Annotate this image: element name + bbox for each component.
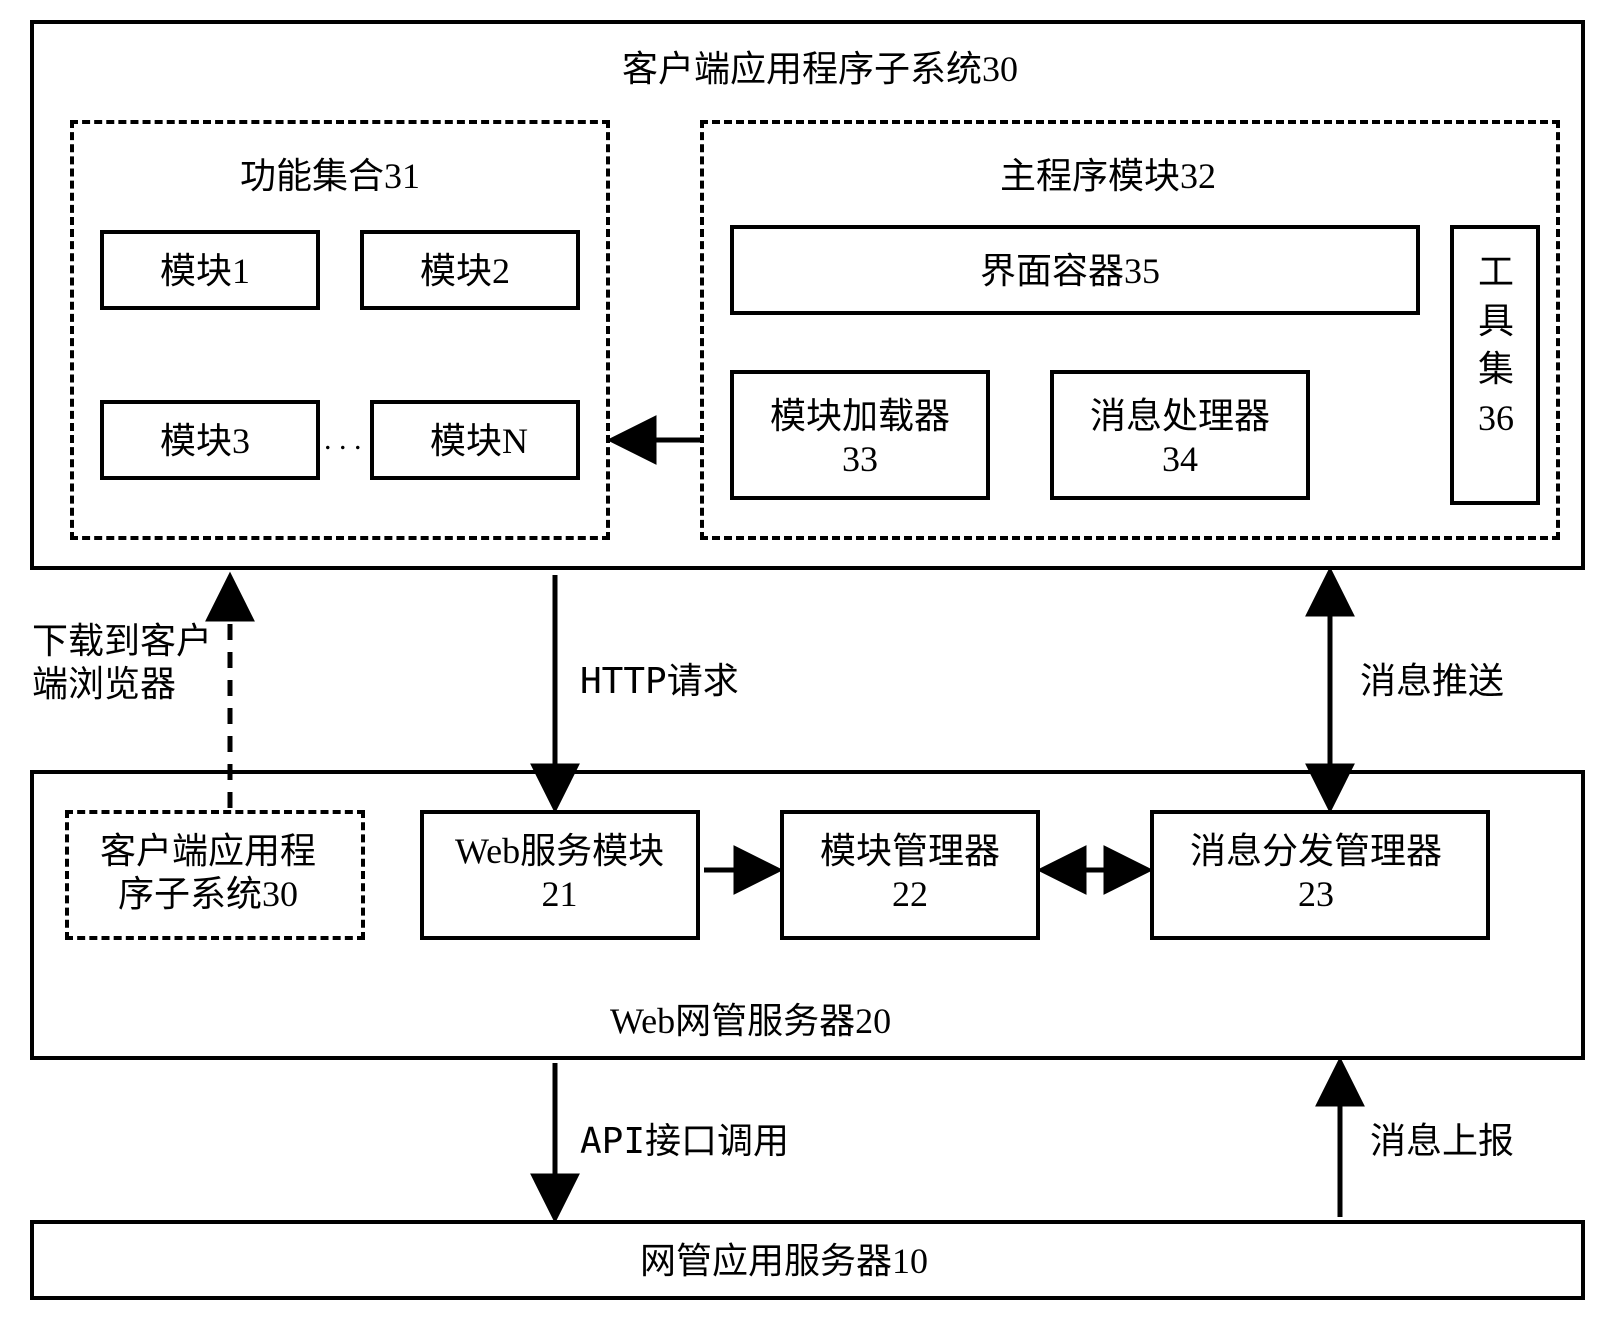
message-processor-34-label: 消息处理器 34 xyxy=(1090,395,1270,481)
edge-download-label: 下载到客户 端浏览器 xyxy=(32,620,212,706)
client-subsystem-30-title: 客户端应用程序子系统30 xyxy=(520,48,1120,91)
edge-api-label: API接口调用 xyxy=(580,1120,789,1163)
app-server-10-label: 网管应用服务器10 xyxy=(640,1240,928,1283)
function-set-31-title: 功能集合31 xyxy=(240,155,420,198)
edge-http-label: HTTP请求 xyxy=(580,660,739,703)
edge-push-label: 消息推送 xyxy=(1360,660,1504,703)
toolset-36-label: 工 具 集 36 xyxy=(1478,248,1514,442)
client-subsystem-30-copy-label: 客户端应用程 序子系统30 xyxy=(100,830,316,916)
module-n-label: 模块N xyxy=(430,420,528,463)
edge-report-label: 消息上报 xyxy=(1370,1120,1514,1163)
module-manager-22-label: 模块管理器 22 xyxy=(820,830,1000,916)
web-server-20-title: Web网管服务器20 xyxy=(610,1000,891,1043)
ui-container-35-label: 界面容器35 xyxy=(980,250,1160,293)
module-1-label: 模块1 xyxy=(160,250,250,293)
module-3-label: 模块3 xyxy=(160,420,250,463)
web-service-module-21-label: Web服务模块 21 xyxy=(455,830,664,916)
main-program-32-title: 主程序模块32 xyxy=(1000,155,1216,198)
module-2-label: 模块2 xyxy=(420,250,510,293)
ellipsis-label: . . . xyxy=(324,422,362,458)
module-loader-33-label: 模块加载器 33 xyxy=(770,395,950,481)
message-dispatch-manager-23-label: 消息分发管理器 23 xyxy=(1190,830,1442,916)
